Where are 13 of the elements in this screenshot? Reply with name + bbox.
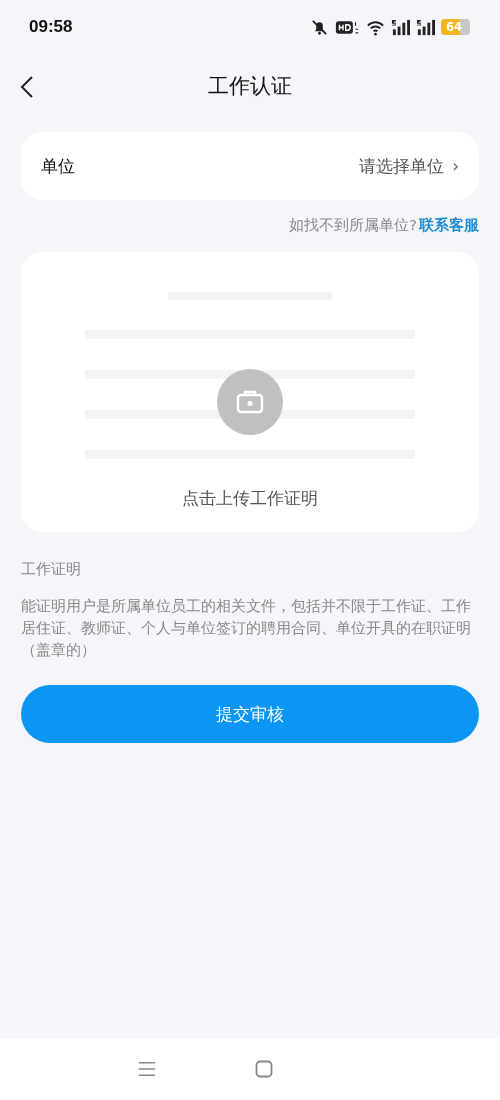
page-title: 工作认证 (208, 73, 292, 100)
clock-time: 09:58 (29, 17, 73, 37)
upload-card[interactable]: 点击上传工作证明 (21, 252, 479, 532)
home-button[interactable] (255, 1060, 275, 1078)
section-title: 工作证明 (21, 560, 82, 579)
help-text: 如找不到所属单位? (289, 216, 417, 235)
upload-caption: 点击上传工作证明 (182, 487, 318, 510)
signal-icon (416, 17, 435, 37)
muted-bell-icon (310, 17, 329, 37)
unit-selector[interactable]: 单位 请选择单位 › (21, 132, 479, 200)
signal-icon (391, 17, 410, 37)
description-text: 能证明用户是所属单位员工的相关文件，包括并不限于工作证、工作居住证、教师证、个人与单位签订的聘用合同、单位开具的在职证明（盖章的） (21, 596, 472, 660)
camera-icon (217, 369, 283, 435)
